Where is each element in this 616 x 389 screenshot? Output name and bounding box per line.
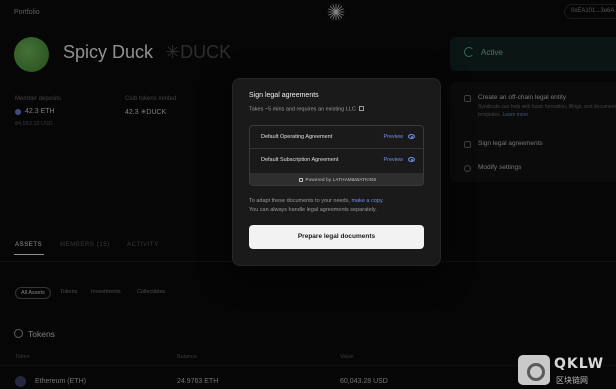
watermark-sub: 区块链网: [556, 376, 588, 385]
separate-note: You can always handle legal agreements s…: [249, 207, 377, 213]
powered-by-text: Powered by LATHAM&WATKINS: [305, 177, 377, 182]
preview-link[interactable]: Preview: [383, 157, 403, 163]
eye-icon[interactable]: [408, 157, 415, 162]
document-row: Default Operating Agreement Preview: [250, 126, 423, 149]
powered-by-banner: Powered by LATHAM&WATKINS: [250, 173, 423, 185]
make-copy-link[interactable]: make a copy.: [351, 198, 383, 204]
lock-icon: [298, 177, 303, 182]
document-row: Default Subscription Agreement Preview: [250, 149, 423, 172]
external-link-icon[interactable]: [358, 106, 364, 111]
sign-legal-modal: Sign legal agreements Takes ~5 mins and …: [232, 78, 441, 266]
document-name: Default Subscription Agreement: [261, 157, 339, 163]
adapt-note: To adapt these documents to your needs, …: [249, 198, 384, 204]
watermark-main: QKLW: [554, 356, 605, 372]
modal-subtitle: Takes ~5 mins and requires an existing L…: [249, 106, 364, 113]
prepare-legal-documents-button[interactable]: Prepare legal documents: [249, 225, 424, 249]
watermark: QKLW 区块链网: [518, 355, 612, 387]
eye-icon[interactable]: [408, 134, 415, 139]
watermark-logo-icon: [518, 355, 550, 385]
preview-link[interactable]: Preview: [383, 134, 403, 140]
modal-title: Sign legal agreements: [249, 92, 319, 99]
documents-list: Default Operating Agreement Preview Defa…: [249, 125, 424, 186]
modal-subtitle-text: Takes ~5 mins and requires an existing L…: [249, 106, 356, 113]
document-name: Default Operating Agreement: [261, 134, 333, 140]
adapt-note-text: To adapt these documents to your needs,: [249, 198, 352, 204]
